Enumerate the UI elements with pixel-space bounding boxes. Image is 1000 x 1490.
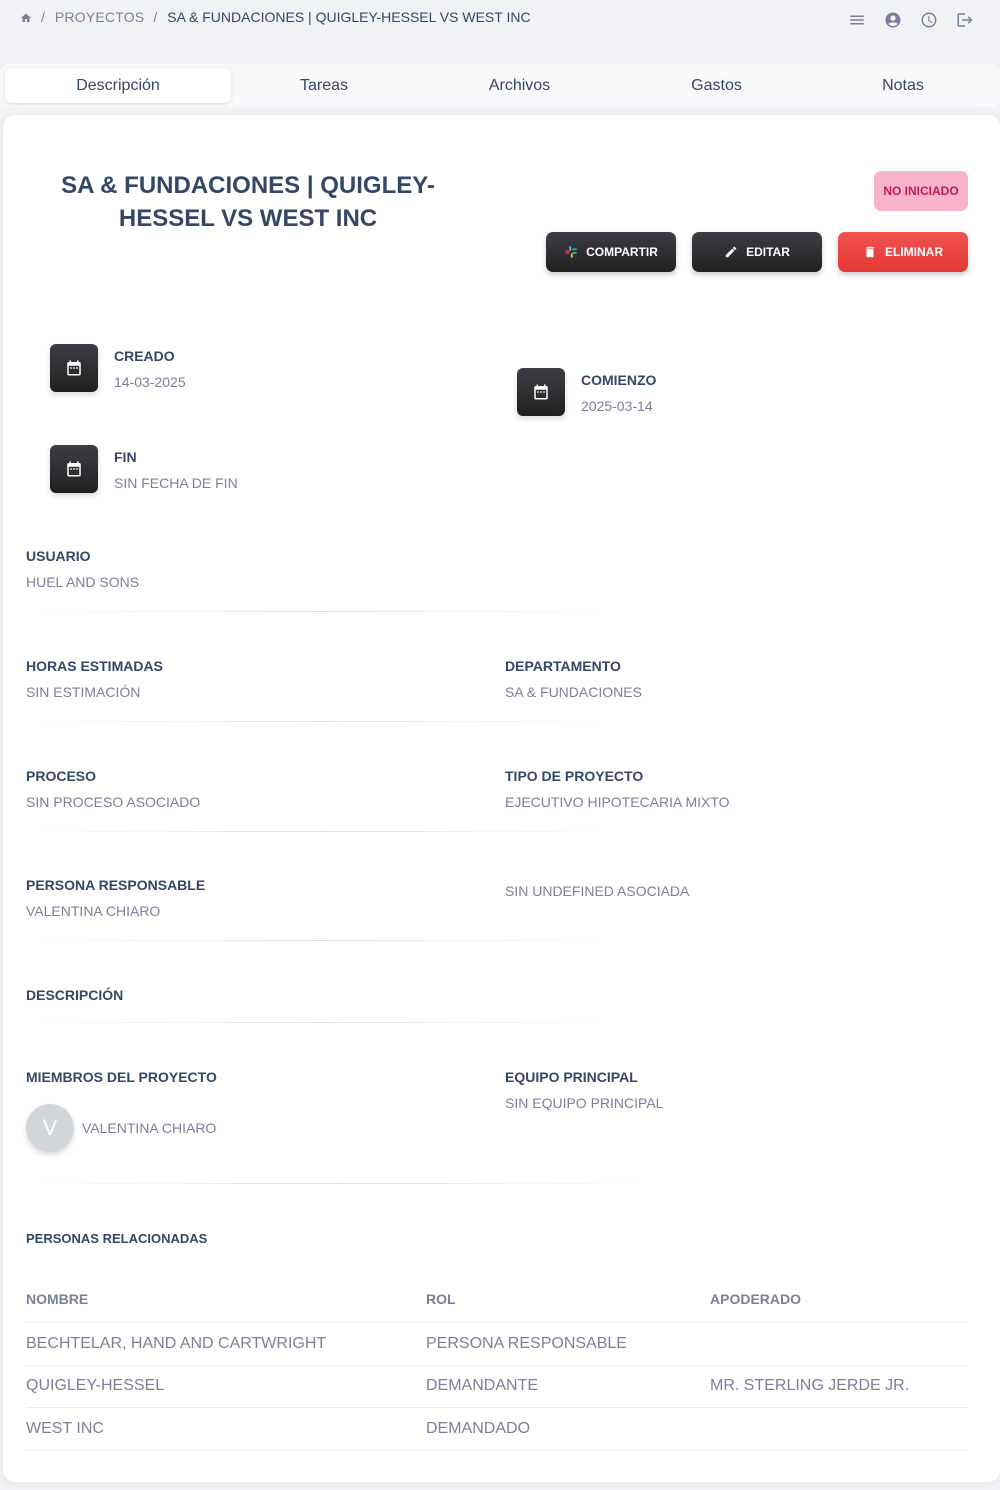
department-label: DEPARTAMENTO xyxy=(505,658,621,674)
history-icon[interactable] xyxy=(920,11,938,29)
tab-gastos[interactable]: Gastos xyxy=(622,68,811,103)
hours-value: SIN ESTIMACIÓN xyxy=(26,684,141,700)
process-field: PROCESO SIN PROCESO ASOCIADO xyxy=(26,768,200,810)
trash-icon xyxy=(863,245,877,259)
header-role: ROL xyxy=(426,1290,456,1307)
user-value: HUEL AND SONS xyxy=(26,574,140,590)
members-field: MIEMBROS DEL PROYECTO xyxy=(26,1069,217,1085)
delete-button[interactable]: ELIMINAR xyxy=(838,232,968,272)
responsible-field: PERSONA RESPONSABLE VALENTINA CHIARO xyxy=(26,877,205,919)
row-role: DEMANDANTE xyxy=(426,1377,539,1395)
start-date: COMIENZO 2025-03-14 xyxy=(517,368,656,416)
end-value: SIN FECHA DE FIN xyxy=(114,475,238,491)
tab-tareas[interactable]: Tareas xyxy=(231,68,417,103)
undefined-field: SIN UNDEFINED ASOCIADA xyxy=(505,883,689,899)
project-type-value: EJECUTIVO HIPOTECARIA MIXTO xyxy=(505,794,730,810)
team-label: EQUIPO PRINCIPAL xyxy=(505,1069,638,1085)
share-button[interactable]: COMPARTIR xyxy=(546,232,676,272)
team-value: SIN EQUIPO PRINCIPAL xyxy=(505,1095,664,1111)
pencil-icon xyxy=(724,245,738,259)
department-value: SA & FUNDACIONES xyxy=(505,684,642,700)
description-field: DESCRIPCIÓN xyxy=(26,987,123,1003)
divider xyxy=(26,1022,616,1023)
table-header: NOMBRE ROL APODERADO xyxy=(26,1275,968,1323)
calendar-icon xyxy=(50,344,98,392)
row-name: BECHTELAR, HAND AND CARTWRIGHT xyxy=(26,1334,327,1352)
divider xyxy=(26,721,616,722)
table-row: QUIGLEY-HESSEL DEMANDANTE MR. STERLING J… xyxy=(26,1366,968,1408)
end-date: FIN SIN FECHA DE FIN xyxy=(50,445,238,493)
header-attorney: APODERADO xyxy=(710,1290,802,1307)
tab-descripcion[interactable]: Descripción xyxy=(5,68,231,103)
department-field: DEPARTAMENTO SA & FUNDACIONES xyxy=(505,658,642,700)
row-role: PERSONA RESPONSABLE xyxy=(426,1334,627,1352)
project-type-field: TIPO DE PROYECTO EJECUTIVO HIPOTECARIA M… xyxy=(505,768,730,810)
edit-button-label: EDITAR xyxy=(746,245,790,259)
tab-notas[interactable]: Notas xyxy=(811,68,995,103)
home-icon[interactable] xyxy=(20,11,32,23)
responsible-label: PERSONA RESPONSABLE xyxy=(26,877,206,893)
user-label: USUARIO xyxy=(26,548,91,564)
row-name: QUIGLEY-HESSEL xyxy=(26,1377,165,1395)
divider xyxy=(26,940,616,941)
team-field: EQUIPO PRINCIPAL SIN EQUIPO PRINCIPAL xyxy=(505,1069,663,1111)
undefined-value: SIN UNDEFINED ASOCIADA xyxy=(505,883,690,899)
breadcrumb-current: SA & FUNDACIONES | QUIGLEY-HESSEL VS WES… xyxy=(167,9,531,25)
top-icons xyxy=(848,11,974,29)
divider xyxy=(26,1183,656,1184)
account-icon[interactable] xyxy=(884,11,902,29)
related-title-field: PERSONAS RELACIONADAS xyxy=(26,1231,207,1246)
project-card: SA & FUNDACIONES | QUIGLEY-HESSEL VS WES… xyxy=(3,115,1000,1482)
breadcrumb-separator: / xyxy=(153,9,158,25)
related-title: PERSONAS RELACIONADAS xyxy=(26,1231,208,1246)
menu-icon[interactable] xyxy=(848,11,866,29)
breadcrumb-projects-link[interactable]: PROYECTOS xyxy=(55,9,144,25)
table-row: WEST INC DEMANDADO xyxy=(26,1408,968,1451)
logout-icon[interactable] xyxy=(956,11,974,29)
share-button-label: COMPARTIR xyxy=(586,245,658,259)
start-value: 2025-03-14 xyxy=(581,398,653,414)
created-label: CREADO xyxy=(114,348,175,364)
process-label: PROCESO xyxy=(26,768,97,784)
divider xyxy=(26,611,616,612)
end-label: FIN xyxy=(114,449,137,465)
member-item[interactable]: V VALENTINA CHIARO xyxy=(26,1104,216,1152)
edit-button[interactable]: EDITAR xyxy=(692,232,822,272)
related-table: NOMBRE ROL APODERADO BECHTELAR, HAND AND… xyxy=(26,1275,968,1451)
members-label: MIEMBROS DEL PROYECTO xyxy=(26,1069,217,1085)
avatar: V xyxy=(26,1104,74,1152)
created-date: CREADO 14-03-2025 xyxy=(50,344,186,392)
row-name: WEST INC xyxy=(26,1419,104,1437)
tab-bar: Descripción Tareas Archivos Gastos Notas xyxy=(0,64,1000,107)
project-type-label: TIPO DE PROYECTO xyxy=(505,768,644,784)
project-title: SA & FUNDACIONES | QUIGLEY-HESSEL VS WES… xyxy=(61,172,435,232)
table-row: BECHTELAR, HAND AND CARTWRIGHT PERSONA R… xyxy=(26,1323,968,1366)
divider xyxy=(26,831,616,832)
row-role: DEMANDADO xyxy=(426,1419,531,1437)
header-name: NOMBRE xyxy=(26,1290,89,1307)
breadcrumb-separator: / xyxy=(41,9,45,25)
user-field: USUARIO HUEL AND SONS xyxy=(26,548,139,590)
responsible-value: VALENTINA CHIARO xyxy=(26,903,161,919)
description-label: DESCRIPCIÓN xyxy=(26,987,124,1003)
breadcrumb: / PROYECTOS / SA & FUNDACIONES | QUIGLEY… xyxy=(20,9,531,25)
member-name: VALENTINA CHIARO xyxy=(82,1120,217,1136)
row-attorney: MR. STERLING JERDE JR. xyxy=(710,1377,910,1395)
top-bar: / PROYECTOS / SA & FUNDACIONES | QUIGLEY… xyxy=(0,0,1000,40)
created-value: 14-03-2025 xyxy=(114,374,186,390)
calendar-icon xyxy=(50,445,98,493)
calendar-icon xyxy=(517,368,565,416)
process-value: SIN PROCESO ASOCIADO xyxy=(26,794,201,810)
start-label: COMIENZO xyxy=(581,372,657,388)
status-badge: NO INICIADO xyxy=(874,171,968,211)
hours-field: HORAS ESTIMADAS SIN ESTIMACIÓN xyxy=(26,658,163,700)
slack-icon xyxy=(564,245,578,259)
hours-label: HORAS ESTIMADAS xyxy=(26,658,163,674)
delete-button-label: ELIMINAR xyxy=(885,245,943,259)
tab-archivos[interactable]: Archivos xyxy=(417,68,622,103)
